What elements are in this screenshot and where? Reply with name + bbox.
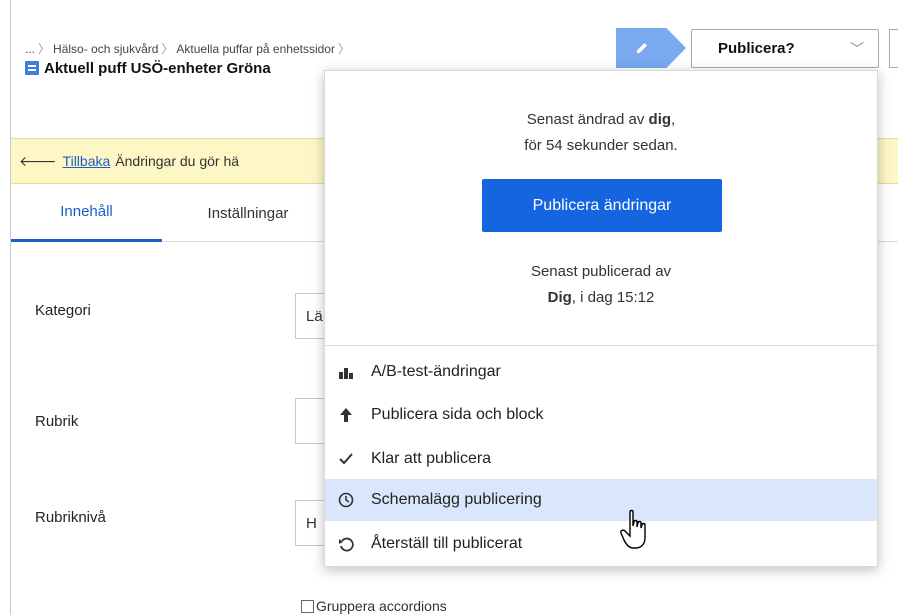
arrow-left-icon: 🡐: [19, 152, 57, 169]
page-title: Aktuell puff USÖ-enheter Gröna: [25, 58, 271, 78]
back-link[interactable]: Tillbaka: [63, 153, 111, 169]
menu-item-ready-to-publish[interactable]: Klar att publicera: [325, 438, 877, 480]
dropdown-divider: [325, 345, 877, 346]
pencil-icon: [637, 43, 647, 53]
rubrikniva-value: H: [306, 514, 317, 532]
publish-changes-button[interactable]: Publicera ändringar: [482, 179, 722, 232]
breadcrumb-ellipsis[interactable]: ...: [25, 42, 35, 56]
revert-icon: [337, 535, 355, 553]
last-published-when: , i dag 15:12: [571, 289, 655, 306]
breadcrumb-separator: 〉: [337, 42, 350, 56]
tab-installningar[interactable]: Inställningar: [173, 184, 323, 242]
page-title-text: Aktuell puff USÖ-enheter Gröna: [44, 59, 271, 77]
comma: ,: [671, 111, 676, 128]
kategori-label: Kategori: [35, 302, 91, 319]
breadcrumb: ... 〉 Hälso- och sjukvård 〉 Aktuella puffar …: [25, 40, 353, 57]
breadcrumb-separator: 〉: [161, 42, 174, 56]
breadcrumb-item-puffar[interactable]: Aktuella puffar på enhetssidor: [176, 42, 335, 56]
publish-dropdown: Senast ändrad av dig, för 54 sekunder se…: [324, 70, 878, 567]
menu-item-label: Klar att publicera: [371, 450, 492, 467]
tab-innehall[interactable]: Innehåll: [11, 184, 162, 242]
publish-menu-button[interactable]: Publicera? ﹀: [691, 29, 879, 68]
publish-menu-label: Publicera?: [718, 40, 795, 57]
menu-item-label: Schemalägg publicering: [371, 491, 542, 508]
breadcrumb-separator: 〉: [38, 42, 51, 56]
group-accordions-checkbox[interactable]: [301, 599, 314, 613]
menu-item-schedule-publish[interactable]: Schemalägg publicering: [325, 479, 877, 521]
edit-mode-button[interactable]: [616, 28, 686, 68]
clock-icon: [337, 491, 355, 509]
menu-item-ab-test[interactable]: A/B-test-ändringar: [325, 351, 877, 393]
rubrik-label: Rubrik: [35, 413, 79, 430]
menu-item-label: A/B-test-ändringar: [371, 363, 501, 380]
page-type-icon: [25, 61, 39, 75]
last-published-by: Dig: [547, 289, 572, 306]
hand-cursor-icon: [620, 509, 646, 549]
kategori-value: Lä: [306, 307, 323, 325]
last-changed-by: dig: [648, 111, 672, 128]
bar-chart-icon: [337, 363, 355, 381]
group-accordions-row[interactable]: Gruppera accordions: [301, 598, 447, 614]
last-changed-prefix: Senast ändrad av: [526, 111, 645, 128]
group-accordions-label: Gruppera accordions: [316, 598, 447, 614]
arrow-up-icon: [337, 406, 355, 424]
last-changed-line: Senast ändrad av dig,: [325, 111, 877, 128]
last-published-detail: Dig, i dag 15:12: [325, 289, 877, 306]
tab-label: Inställningar: [207, 204, 289, 222]
last-changed-time: för 54 sekunder sedan.: [524, 137, 678, 154]
toolbar-next-button[interactable]: [889, 29, 898, 68]
menu-item-label: Återställ till publicerat: [371, 535, 523, 552]
menu-item-revert[interactable]: Återställ till publicerat: [325, 523, 877, 565]
publish-status-panel: Senast ändrad av dig, för 54 sekunder se…: [325, 71, 877, 345]
menu-item-publish-page-blocks[interactable]: Publicera sida och block: [325, 394, 877, 436]
checkmark-icon: [337, 450, 355, 468]
chevron-down-icon: ﹀: [850, 40, 864, 57]
notice-text: Ändringar du gör hä: [115, 153, 240, 169]
rubrikniva-label: Rubriknivå: [35, 509, 106, 526]
breadcrumb-item-halso[interactable]: Hälso- och sjukvård: [53, 42, 158, 56]
menu-item-label: Publicera sida och block: [371, 406, 544, 423]
last-published-line: Senast publicerad av: [530, 263, 672, 280]
tab-label: Innehåll: [60, 203, 113, 220]
